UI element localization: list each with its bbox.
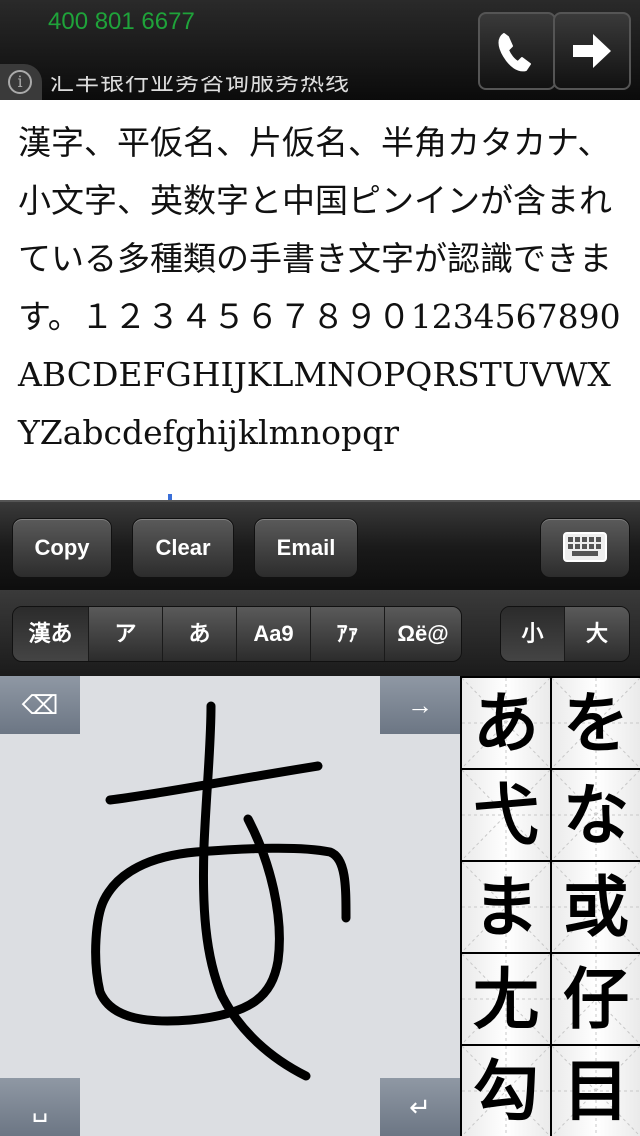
phone-icon xyxy=(498,33,531,72)
clear-button[interactable]: Clear xyxy=(132,518,234,578)
candidate-char: な xyxy=(563,776,629,854)
next-button[interactable] xyxy=(553,12,631,90)
candidate-4[interactable]: な xyxy=(552,770,640,860)
candidate-char: 目 xyxy=(563,1052,629,1130)
candidate-grid: あ を 弋 な ま 或 尢 仔 勾 目 xyxy=(460,676,640,1136)
return-key[interactable]: ↵ xyxy=(380,1078,460,1136)
arrow-right-icon: → xyxy=(407,690,433,720)
backspace-key[interactable]: ⌫ xyxy=(0,676,80,734)
return-icon: ↵ xyxy=(409,1092,431,1122)
recognized-text: 漢字、平仮名、片仮名、半角カタカナ、小文字、英数字と中国ピンインが含まれている多… xyxy=(18,123,621,452)
space-icon: ␣ xyxy=(31,1092,49,1122)
mode-alphanumeric[interactable]: Aa9 xyxy=(237,607,311,661)
handwriting-pad[interactable]: ⌫ → ␣ ↵ xyxy=(0,676,460,1136)
ad-banner[interactable]: 400 801 6677 汇丰银行业务咨询服务热线 i xyxy=(0,0,640,100)
candidate-6[interactable]: 或 xyxy=(552,862,640,952)
backspace-icon: ⌫ xyxy=(21,690,59,720)
candidate-1[interactable]: あ xyxy=(462,678,550,768)
script-mode-segment: 漢あ ア あ Aa9 ｱｧ Ωë@ xyxy=(12,606,462,662)
info-icon[interactable]: i xyxy=(0,64,42,100)
candidate-2[interactable]: を xyxy=(552,678,640,768)
mode-kanji-hiragana[interactable]: 漢あ xyxy=(13,607,89,661)
action-toolbar: Copy Clear Email xyxy=(0,500,640,592)
candidate-char: あ xyxy=(473,684,539,762)
candidate-7[interactable]: 尢 xyxy=(462,954,550,1044)
keyboard-icon xyxy=(563,532,607,562)
candidate-char: 弋 xyxy=(473,776,539,854)
candidate-3[interactable]: 弋 xyxy=(462,770,550,860)
email-button[interactable]: Email xyxy=(254,518,358,578)
candidate-char: 或 xyxy=(563,868,629,946)
candidate-char: ま xyxy=(473,868,539,946)
keyboard-button[interactable] xyxy=(540,518,630,578)
mode-bar: 漢あ ア あ Aa9 ｱｧ Ωë@ 小 大 xyxy=(0,590,640,676)
space-key[interactable]: ␣ xyxy=(0,1078,80,1136)
banner-phone-number: 400 801 6677 xyxy=(48,8,195,35)
mode-halfwidth-katakana[interactable]: ｱｧ xyxy=(311,607,385,661)
cursor-right-key[interactable]: → xyxy=(380,676,460,734)
size-large[interactable]: 大 xyxy=(565,607,629,661)
size-small[interactable]: 小 xyxy=(501,607,565,661)
mode-hiragana[interactable]: あ xyxy=(163,607,237,661)
copy-button[interactable]: Copy xyxy=(12,518,112,578)
size-segment: 小 大 xyxy=(500,606,630,662)
arrow-right-icon xyxy=(573,34,611,68)
handwriting-strokes xyxy=(91,701,351,1081)
candidate-8[interactable]: 仔 xyxy=(552,954,640,1044)
banner-ad-text: 汇丰银行业务咨询服务热线 xyxy=(50,69,350,96)
candidate-char: 尢 xyxy=(473,960,539,1038)
candidate-char: 勾 xyxy=(473,1052,539,1130)
call-button[interactable] xyxy=(478,12,556,90)
candidate-9[interactable]: 勾 xyxy=(462,1046,550,1136)
mode-symbols[interactable]: Ωë@ xyxy=(385,607,461,661)
candidate-5[interactable]: ま xyxy=(462,862,550,952)
recognized-text-area[interactable]: 漢字、平仮名、片仮名、半角カタカナ、小文字、英数字と中国ピンインが含まれている多… xyxy=(0,100,640,500)
candidate-char: を xyxy=(563,684,629,762)
candidate-char: 仔 xyxy=(563,960,629,1038)
candidate-10[interactable]: 目 xyxy=(552,1046,640,1136)
mode-katakana[interactable]: ア xyxy=(89,607,163,661)
